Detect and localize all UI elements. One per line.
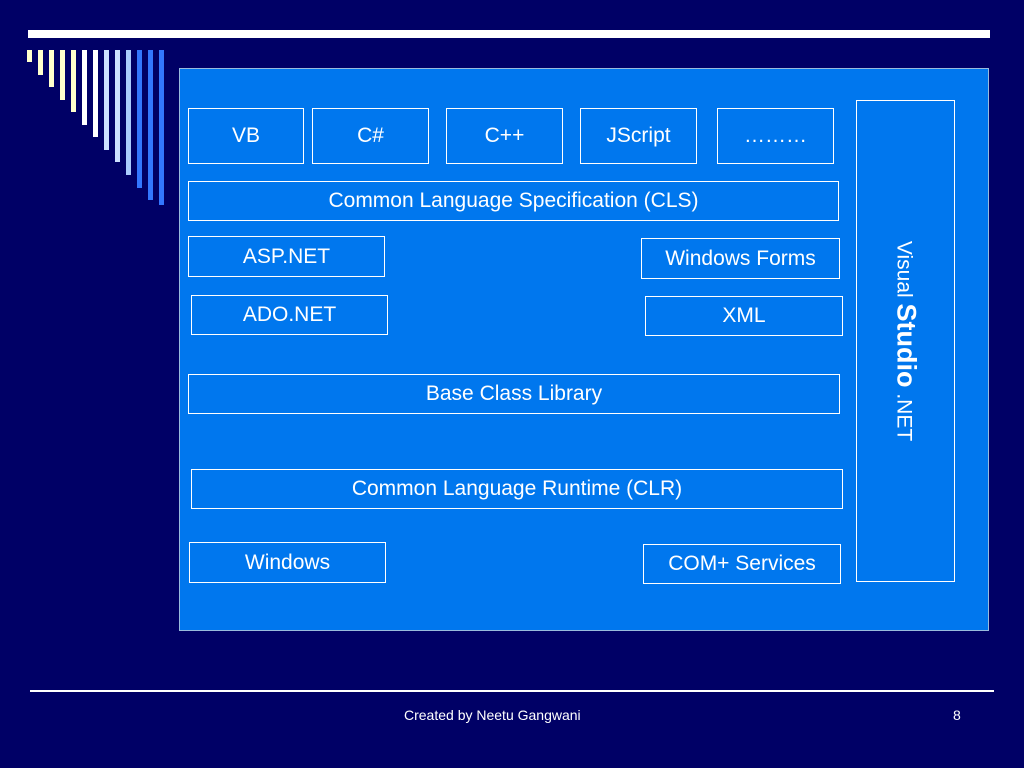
page-number: 8 [953,707,961,723]
stripe [137,50,142,188]
footer-rule [30,690,994,692]
stripe [49,50,54,87]
stripe [148,50,153,200]
windows-box: Windows [189,542,386,583]
footer-credit: Created by Neetu Gangwani [404,707,581,723]
stripe [27,50,32,62]
language-box-cpp: C++ [446,108,563,164]
cls-box: Common Language Specification (CLS) [188,181,839,221]
language-box-csharp: C# [312,108,429,164]
stripe [104,50,109,150]
language-box-jscript: JScript [580,108,697,164]
language-box-more: ……… [717,108,834,164]
xml-box: XML [645,296,843,336]
windows-forms-box: Windows Forms [641,238,840,279]
stripe [115,50,120,162]
com-services-box: COM+ Services [643,544,841,584]
vs-part-studio: Studio [891,303,921,388]
stripe [82,50,87,125]
ado-net-box: ADO.NET [191,295,388,335]
stripe [60,50,65,100]
language-box-vb: VB [188,108,304,164]
visual-studio-box: Visual Studio .NET [856,100,955,582]
stripe [126,50,131,175]
stripe [71,50,76,112]
stripe [38,50,43,75]
vs-part-visual: Visual [892,240,915,304]
base-class-library-box: Base Class Library [188,374,840,414]
stripe [159,50,164,205]
vs-part-net: .NET [892,387,915,442]
clr-box: Common Language Runtime (CLR) [191,469,843,509]
top-rule [28,30,990,38]
stripe [93,50,98,137]
asp-net-box: ASP.NET [188,236,385,277]
visual-studio-label: Visual Studio .NET [890,241,921,441]
